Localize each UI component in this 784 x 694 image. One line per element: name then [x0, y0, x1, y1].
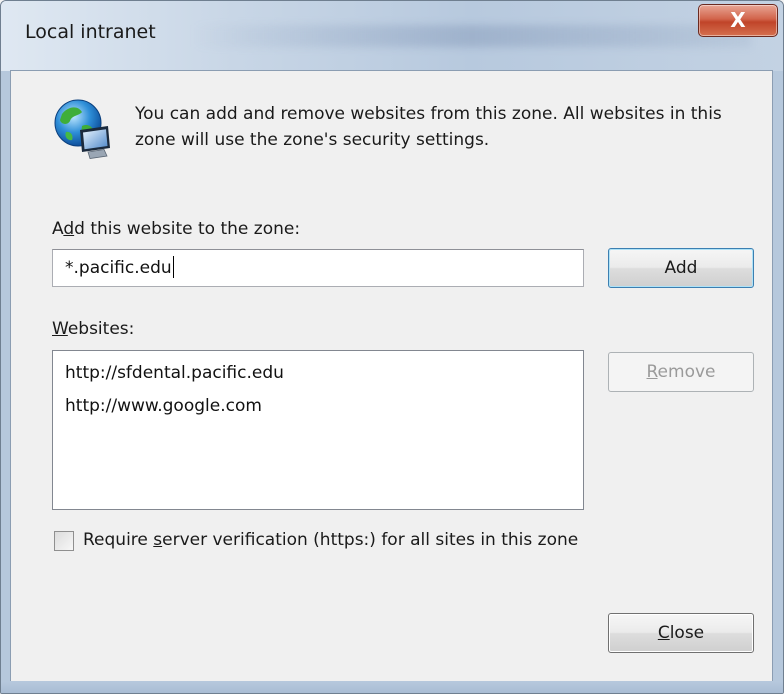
https-label-part: erver verification (https:) for all site…	[162, 530, 579, 550]
add-website-label: Add this website to the zone:	[52, 219, 300, 239]
title-bar[interactable]: Local intranet X	[1, 1, 783, 71]
add-website-label-mnemonic: d	[63, 219, 75, 239]
list-item[interactable]: http://sfdental.pacific.edu	[65, 357, 571, 390]
https-verification-checkbox[interactable]	[54, 531, 74, 551]
close-button-mnemonic: C	[657, 623, 670, 643]
add-button[interactable]: Add	[608, 248, 754, 288]
https-label-mnemonic: s	[153, 530, 163, 550]
window-close-button[interactable]: X	[698, 4, 778, 37]
title-bar-glass	[191, 25, 751, 47]
https-verification-label[interactable]: Require server verification (https:) for…	[83, 530, 578, 550]
websites-listbox[interactable]: http://sfdental.pacific.edu http://www.g…	[52, 350, 584, 510]
globe-computer-icon	[54, 99, 110, 159]
websites-label-part: ebsites:	[67, 319, 135, 339]
list-item[interactable]: http://www.google.com	[65, 390, 571, 423]
window-title: Local intranet	[25, 21, 156, 43]
dialog-client-area: You can add and remove websites from thi…	[10, 70, 773, 682]
text-caret	[172, 256, 174, 278]
window-bottom-frame	[1, 681, 783, 693]
add-website-label-part: d this website to the zone:	[74, 219, 301, 239]
remove-button: Remove	[608, 352, 754, 392]
add-website-label-part: A	[52, 219, 64, 239]
websites-label: Websites:	[52, 319, 134, 339]
add-website-input-value: *.pacific.edu	[65, 258, 172, 278]
dialog-window: Local intranet X You can add and remove …	[0, 0, 784, 694]
intro-text: You can add and remove websites from thi…	[135, 104, 722, 150]
close-icon: X	[730, 8, 746, 32]
add-website-input[interactable]: *.pacific.edu	[52, 249, 584, 287]
remove-button-label: emove	[657, 362, 716, 382]
remove-button-mnemonic: R	[646, 362, 658, 382]
https-label-part: Require	[83, 530, 154, 550]
close-button-label: lose	[669, 623, 705, 643]
close-button[interactable]: Close	[608, 613, 754, 653]
websites-label-mnemonic: W	[52, 319, 68, 339]
